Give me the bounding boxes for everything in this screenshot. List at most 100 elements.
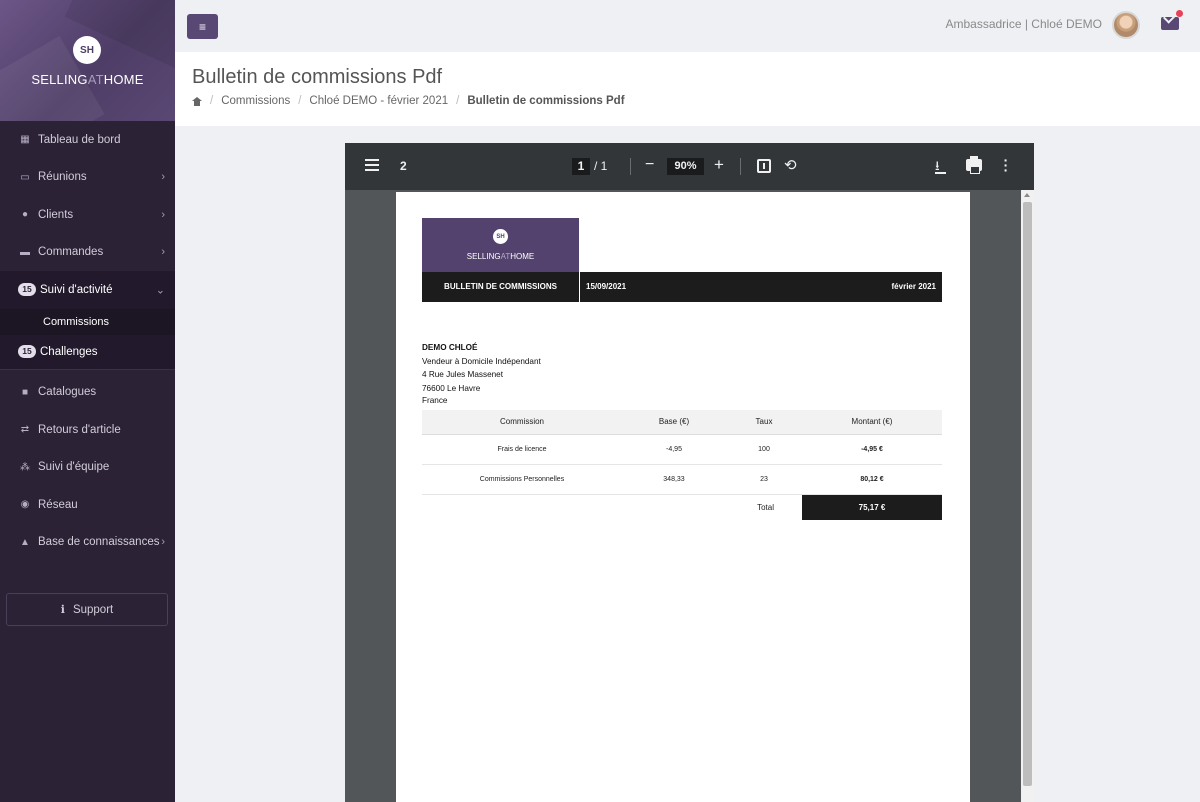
support-label: Support <box>72 603 114 616</box>
sidebar-item-catalogues[interactable]: ■ Catalogues <box>0 374 175 412</box>
zoom-in-icon[interactable]: + <box>714 155 724 175</box>
sidebar-item-dashboard[interactable]: ▦ Tableau de bord <box>0 121 175 159</box>
total-value: 75,17 € <box>802 494 942 520</box>
document-brand-name: SELLINGATHOME <box>466 252 535 261</box>
recipient-street: 4 Rue Jules Massenet <box>422 370 504 379</box>
pdf-page-total: / 1 <box>594 159 608 173</box>
pdf-zoom-input[interactable]: 90% <box>667 158 704 175</box>
recipient-name: DEMO CHLOÉ <box>422 343 478 352</box>
book-icon: ■ <box>21 386 29 398</box>
sidebar-subitem-commissions[interactable]: Commissions <box>0 308 175 335</box>
pdf-document-number: 2 <box>400 159 407 173</box>
column-header: Montant (€) <box>802 410 942 435</box>
sidebar-item-activity[interactable]: 15 Suivi d'activité ⌄ <box>0 271 175 309</box>
activity-badge: 15 <box>18 283 36 297</box>
cell-commission: Commissions Personnelles <box>422 464 622 495</box>
sidebar-item-label: Base de connaissances <box>38 536 160 549</box>
pdf-toolbar: 2 1 / 1 − 90% + ⟲ ⭳ · · · <box>345 143 1034 190</box>
sidebar-item-label: Clients <box>38 208 74 221</box>
toolbar-divider <box>630 158 631 175</box>
column-header: Taux <box>726 410 802 435</box>
fit-page-icon[interactable] <box>757 159 771 173</box>
brand-header[interactable]: SH SELLINGATHOME <box>0 0 175 121</box>
document-logo-mark: SH <box>493 229 508 244</box>
sidebar-subitem-label: Commissions <box>43 315 110 328</box>
sidebar-item-returns[interactable]: ⇄ Retours d'article <box>0 411 175 449</box>
scrollbar-thumb[interactable] <box>1023 202 1032 786</box>
column-header: Base (€) <box>622 410 726 435</box>
notification-dot <box>1176 10 1183 17</box>
home-icon[interactable] <box>192 96 202 106</box>
sidebar-item-label: Réunions <box>38 171 87 184</box>
challenges-badge: 15 <box>18 345 36 358</box>
document-date: 15/09/2021 <box>586 282 627 291</box>
pdf-menu-icon[interactable] <box>365 159 379 171</box>
sidebar-item-label: Suivi d'équipe <box>38 461 110 474</box>
cell-base: 348,33 <box>622 464 726 495</box>
pdf-scrollbar[interactable] <box>1021 190 1034 802</box>
print-icon[interactable] <box>966 156 982 174</box>
sidebar-item-label: Tableau de bord <box>38 133 121 146</box>
chevron-right-icon: › <box>161 246 165 259</box>
chevron-right-icon: › <box>161 171 165 184</box>
scroll-up-icon[interactable] <box>1024 193 1030 197</box>
sidebar: SH SELLINGATHOME ▦ Tableau de bord ▭ Réu… <box>0 0 175 802</box>
dashboard-icon: ▦ <box>20 134 30 146</box>
rotate-icon[interactable]: ⟲ <box>784 156 797 174</box>
column-header: Commission <box>422 410 622 435</box>
page-header: Bulletin de commissions Pdf / Commission… <box>175 52 1200 126</box>
sidebar-item-network[interactable]: ◉ Réseau <box>0 486 175 524</box>
avatar[interactable] <box>1112 11 1140 39</box>
recipient-country: France <box>422 396 448 405</box>
sitemap-icon: ⁂ <box>20 461 30 473</box>
cell-taux: 100 <box>726 434 802 465</box>
breadcrumb: / Commissions / Chloé DEMO - février 202… <box>192 95 625 107</box>
recipient-address: DEMO CHLOÉ Vendeur à Domicile Indépendan… <box>422 341 541 408</box>
pdf-viewer: 2 1 / 1 − 90% + ⟲ ⭳ · · · SH SELLINGATHOME… <box>345 143 1034 802</box>
sidebar-item-meetings[interactable]: ▭ Réunions › <box>0 159 175 197</box>
sidebar-item-label: Commandes <box>38 246 104 259</box>
breadcrumb-link-commissions[interactable]: Commissions <box>221 95 290 107</box>
brand-logo: SH <box>73 36 101 64</box>
cell-montant: 80,12 € <box>802 464 942 495</box>
sidebar-item-clients[interactable]: ● Clients › <box>0 196 175 234</box>
sidebar-item-label: Suivi d'activité <box>40 283 113 296</box>
brand-name: SELLINGATHOME <box>31 72 144 87</box>
sidebar-item-label: Retours d'article <box>38 423 121 436</box>
more-options-icon[interactable]: · · · <box>1003 153 1009 177</box>
commissions-table: Commission Base (€) Taux Montant (€) Fra… <box>422 410 942 520</box>
sidebar-item-challenges[interactable]: 15 Challenges <box>0 334 175 369</box>
globe-icon: ◉ <box>20 499 30 511</box>
document-title: BULLETIN DE COMMISSIONS <box>444 282 557 291</box>
credit-card-icon: ▬ <box>20 246 30 258</box>
support-button[interactable]: ℹ Support <box>6 593 168 626</box>
pdf-page-input[interactable]: 1 <box>572 158 590 175</box>
pdf-page: SH SELLINGATHOME BULLETIN DE COMMISSIONS… <box>396 192 970 802</box>
info-icon: ℹ <box>60 604 65 616</box>
cell-commission: Frais de licence <box>422 434 622 465</box>
total-label: Total <box>757 502 774 512</box>
download-icon[interactable]: ⭳ <box>935 157 946 179</box>
breadcrumb-link-period[interactable]: Chloé DEMO - février 2021 <box>309 95 448 107</box>
table-row: Frais de licence -4,95 100 -4,95 € <box>422 434 942 465</box>
chevron-right-icon: › <box>161 208 165 221</box>
chevron-down-icon: ⌄ <box>155 284 165 297</box>
hamburger-icon: ≡ <box>198 19 206 34</box>
cell-base: -4,95 <box>622 434 726 465</box>
sidebar-divider <box>0 368 175 370</box>
sidebar-item-orders[interactable]: ▬ Commandes › <box>0 234 175 272</box>
sidebar-menu: ▦ Tableau de bord ▭ Réunions › ● Clients… <box>0 121 175 561</box>
graduation-cap-icon: ▲ <box>20 536 30 548</box>
recipient-city: 76600 Le Havre <box>422 383 481 393</box>
users-icon: ● <box>21 209 29 221</box>
cell-montant: -4,95 € <box>802 434 942 465</box>
sidebar-item-team[interactable]: ⁂ Suivi d'équipe <box>0 449 175 487</box>
user-role-label[interactable]: Ambassadrice | Chloé DEMO <box>945 17 1102 31</box>
mail-icon[interactable] <box>1161 17 1179 30</box>
sidebar-toggle-button[interactable]: ≡ <box>187 14 218 39</box>
calendar-icon: ▭ <box>20 171 30 183</box>
zoom-out-icon[interactable]: − <box>645 156 654 174</box>
sidebar-item-knowledge[interactable]: ▲ Base de connaissances › <box>0 524 175 562</box>
exchange-icon: ⇄ <box>20 424 30 436</box>
chevron-right-icon: › <box>161 536 165 549</box>
